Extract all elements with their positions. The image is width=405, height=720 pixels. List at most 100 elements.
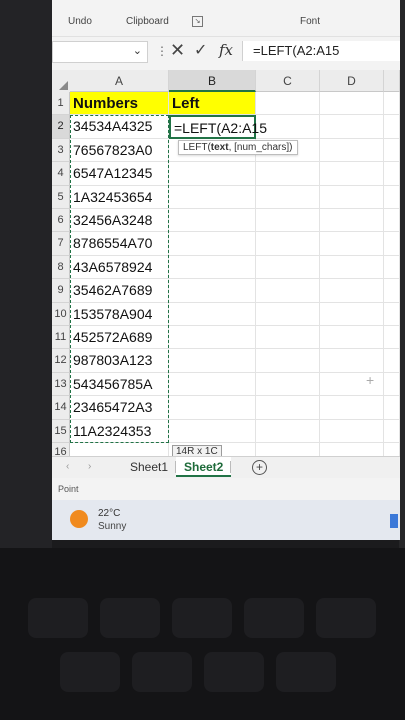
cell-a2[interactable]: 34534A4325 bbox=[70, 115, 169, 139]
grid-cell[interactable] bbox=[384, 138, 400, 163]
cell-a13[interactable]: 543456785A bbox=[70, 372, 169, 397]
column-header-b[interactable]: B bbox=[169, 70, 256, 92]
grid-cell[interactable] bbox=[169, 396, 256, 420]
grid-cell[interactable] bbox=[169, 232, 256, 256]
weather-temperature[interactable]: 22°C bbox=[98, 508, 120, 519]
insert-function-icon[interactable]: fx bbox=[219, 41, 233, 59]
row-header[interactable]: 15 bbox=[52, 419, 70, 443]
row-header[interactable]: 8 bbox=[52, 255, 70, 280]
grid-cell[interactable] bbox=[320, 302, 384, 326]
grid-cell[interactable] bbox=[320, 162, 384, 186]
row-header[interactable]: 13 bbox=[52, 372, 70, 397]
grid-cell[interactable] bbox=[169, 302, 256, 326]
grid-cell[interactable] bbox=[384, 92, 400, 116]
scroll-left-icon[interactable]: ‹ bbox=[66, 461, 69, 472]
row-header[interactable]: 14 bbox=[52, 396, 70, 420]
grid-cell[interactable] bbox=[256, 349, 320, 373]
grid-cell[interactable] bbox=[320, 138, 384, 163]
cell-a7[interactable]: 8786554A70 bbox=[70, 232, 169, 256]
enter-check-icon[interactable]: ✓ bbox=[194, 40, 207, 60]
grid-cell[interactable] bbox=[320, 115, 384, 139]
sun-icon[interactable] bbox=[70, 510, 88, 528]
scroll-right-icon[interactable]: › bbox=[88, 461, 91, 472]
grid-cell[interactable] bbox=[256, 209, 320, 233]
grid-cell[interactable] bbox=[256, 396, 320, 420]
row-header[interactable]: 5 bbox=[52, 185, 70, 209]
grid-cell[interactable] bbox=[384, 279, 400, 303]
row-header[interactable]: 9 bbox=[52, 279, 70, 303]
grid-cell[interactable] bbox=[320, 326, 384, 350]
undo-group-label[interactable]: Undo bbox=[68, 16, 92, 27]
function-tooltip[interactable]: LEFT(text, [num_chars]) bbox=[178, 139, 298, 155]
grid-cell[interactable] bbox=[384, 115, 400, 139]
grid-cell[interactable] bbox=[169, 162, 256, 186]
cell-a15[interactable]: 11A2324353 bbox=[70, 419, 169, 443]
grid-cell[interactable] bbox=[384, 372, 400, 397]
cell-a9[interactable]: 35462A7689 bbox=[70, 279, 169, 303]
grid-cell[interactable] bbox=[384, 255, 400, 280]
cell-a11[interactable]: 452572A689 bbox=[70, 326, 169, 350]
column-header-d[interactable]: D bbox=[320, 70, 384, 92]
cell-a5[interactable]: 1A32453654 bbox=[70, 185, 169, 209]
chevron-down-icon[interactable]: ⌄ bbox=[133, 44, 142, 57]
grid-cell[interactable] bbox=[256, 279, 320, 303]
column-header-e[interactable] bbox=[384, 70, 400, 92]
weather-condition[interactable]: Sunny bbox=[98, 521, 126, 532]
clipboard-launcher-icon[interactable]: ↘ bbox=[192, 16, 203, 27]
row-header[interactable]: 11 bbox=[52, 326, 70, 350]
cell-a12[interactable]: 987803A123 bbox=[70, 349, 169, 373]
grid-cell[interactable] bbox=[169, 185, 256, 209]
grid-cell[interactable] bbox=[169, 279, 256, 303]
active-cell-b2[interactable]: =LEFT(A2:A15 bbox=[169, 115, 267, 139]
grid-cell[interactable] bbox=[256, 302, 320, 326]
grid-cell[interactable] bbox=[320, 349, 384, 373]
row-header[interactable]: 2 bbox=[52, 115, 70, 139]
grid-cell[interactable] bbox=[256, 185, 320, 209]
grid-cell[interactable] bbox=[169, 209, 256, 233]
grid-cell[interactable] bbox=[384, 326, 400, 350]
cell-a14[interactable]: 23465472A3 bbox=[70, 396, 169, 420]
grid-cell[interactable] bbox=[256, 92, 320, 116]
grid-cell[interactable] bbox=[384, 162, 400, 186]
grid-cell[interactable] bbox=[320, 185, 384, 209]
grid-cell[interactable] bbox=[384, 209, 400, 233]
grid-cell[interactable] bbox=[320, 372, 384, 397]
row-header[interactable]: 4 bbox=[52, 162, 70, 186]
grid-cell[interactable] bbox=[169, 326, 256, 350]
grid-cell[interactable] bbox=[384, 349, 400, 373]
grid-cell[interactable] bbox=[169, 255, 256, 280]
grid-cell[interactable] bbox=[384, 185, 400, 209]
grid-cell[interactable] bbox=[256, 162, 320, 186]
grid-cell[interactable] bbox=[320, 255, 384, 280]
more-icon[interactable]: ⋮ bbox=[156, 44, 168, 58]
sheet-tab-sheet2[interactable]: Sheet2 bbox=[176, 457, 232, 477]
row-header[interactable]: 12 bbox=[52, 349, 70, 373]
grid-cell[interactable] bbox=[256, 419, 320, 443]
column-header-a[interactable]: A bbox=[70, 70, 169, 92]
grid-cell[interactable] bbox=[256, 115, 320, 139]
cell-a8[interactable]: 43A6578924 bbox=[70, 255, 169, 280]
grid-cell[interactable] bbox=[320, 419, 384, 443]
row-header[interactable]: 6 bbox=[52, 209, 70, 233]
cell-a3[interactable]: 76567823A0 bbox=[70, 138, 169, 163]
grid-cell[interactable] bbox=[256, 372, 320, 397]
grid-cell[interactable] bbox=[169, 372, 256, 397]
tooltip-function-name[interactable]: LEFT( bbox=[183, 142, 211, 153]
add-sheet-button[interactable]: + bbox=[252, 460, 267, 475]
row-header[interactable]: 3 bbox=[52, 138, 70, 163]
grid-cell[interactable] bbox=[384, 419, 400, 443]
taskbar-app-icon[interactable] bbox=[390, 514, 398, 528]
select-all-button[interactable] bbox=[52, 70, 71, 93]
grid-cell[interactable] bbox=[384, 302, 400, 326]
worksheet-grid[interactable]: A B C D 1 Numbers Left 2 34534A4325 =LEFT(A2:… bbox=[52, 70, 400, 461]
grid-cell[interactable] bbox=[320, 396, 384, 420]
row-header[interactable]: 1 bbox=[52, 92, 70, 116]
cell-a1[interactable]: Numbers bbox=[70, 92, 169, 116]
grid-cell[interactable] bbox=[320, 209, 384, 233]
cell-a6[interactable]: 32456A3248 bbox=[70, 209, 169, 233]
sheet-tab-sheet1[interactable]: Sheet1 bbox=[122, 457, 176, 477]
cell-a10[interactable]: 153578A904 bbox=[70, 302, 169, 326]
grid-cell[interactable] bbox=[384, 396, 400, 420]
grid-cell[interactable] bbox=[384, 232, 400, 256]
grid-cell[interactable] bbox=[256, 232, 320, 256]
